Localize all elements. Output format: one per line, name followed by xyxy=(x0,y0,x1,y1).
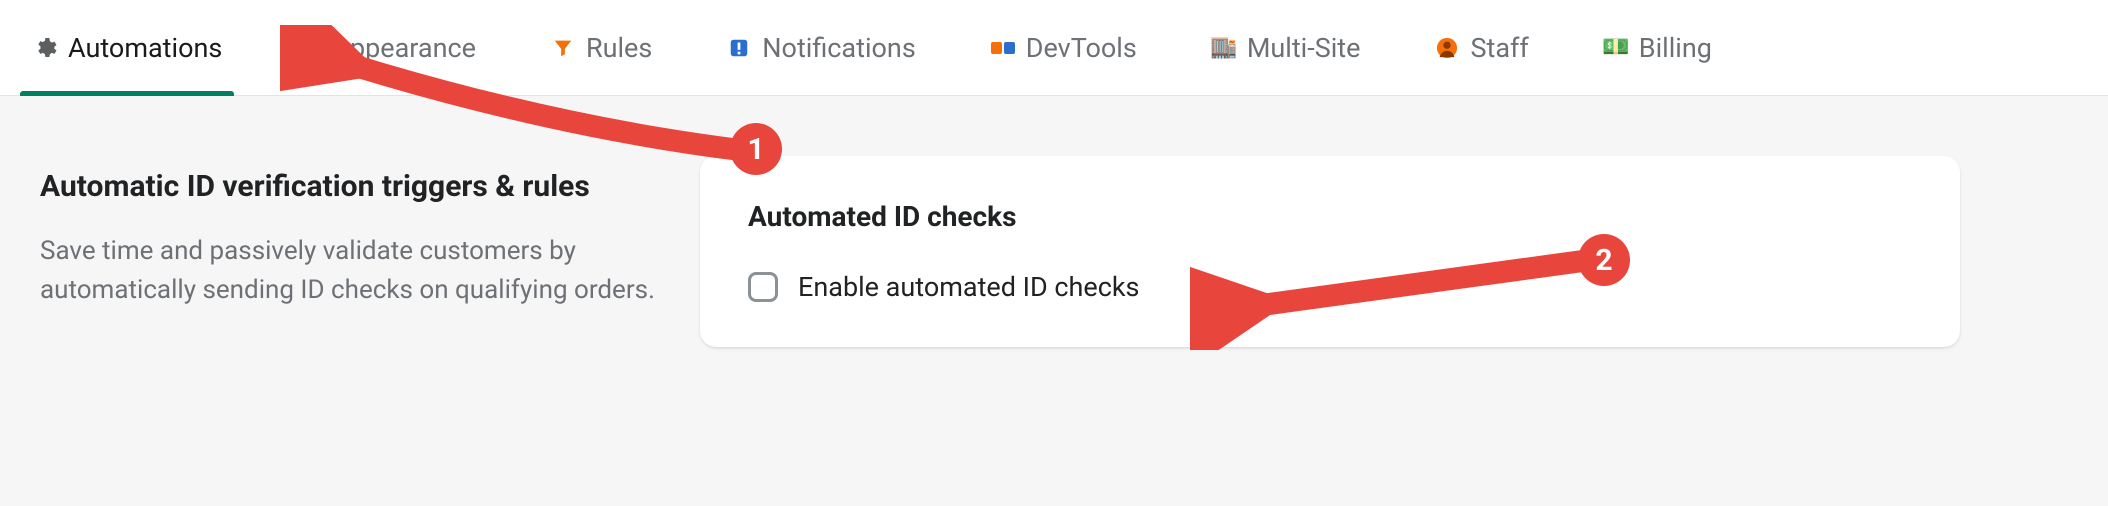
enable-automated-checks-row[interactable]: Enable automated ID checks xyxy=(748,271,1912,303)
tab-appearance[interactable]: 🎨 Appearance xyxy=(284,0,488,96)
tab-multisite[interactable]: 🏬 Multi-Site xyxy=(1199,0,1373,96)
tab-label: Rules xyxy=(586,32,652,64)
tabs-bar: Automations 🎨 Appearance Rules Notificat… xyxy=(0,0,2108,96)
billing-icon: 💵 xyxy=(1603,35,1629,61)
tab-billing[interactable]: 💵 Billing xyxy=(1591,0,1724,96)
section-intro: Automatic ID verification triggers & rul… xyxy=(40,156,660,347)
tab-staff[interactable]: Staff xyxy=(1422,0,1540,96)
tab-label: DevTools xyxy=(1026,32,1137,64)
tab-devtools[interactable]: DevTools xyxy=(978,0,1149,96)
section-title: Automatic ID verification triggers & rul… xyxy=(40,166,660,208)
tab-label: Notifications xyxy=(762,32,915,64)
tab-rules[interactable]: Rules xyxy=(538,0,664,96)
tab-label: Automations xyxy=(68,32,222,64)
notification-icon xyxy=(726,35,752,61)
devtools-icon xyxy=(990,35,1016,61)
tab-automations[interactable]: Automations xyxy=(20,0,234,96)
tab-label: Multi-Site xyxy=(1247,32,1361,64)
staff-icon xyxy=(1434,35,1460,61)
tab-label: Staff xyxy=(1470,32,1528,64)
store-icon: 🏬 xyxy=(1211,35,1237,61)
automated-id-checks-card: Automated ID checks Enable automated ID … xyxy=(700,156,1960,347)
tab-notifications[interactable]: Notifications xyxy=(714,0,927,96)
section-description: Save time and passively validate custome… xyxy=(40,232,660,310)
funnel-icon xyxy=(550,35,576,61)
tab-label: Appearance xyxy=(332,32,476,64)
content-area: Automatic ID verification triggers & rul… xyxy=(0,96,2108,387)
enable-automated-checks-checkbox[interactable] xyxy=(748,272,778,302)
gear-icon xyxy=(32,35,58,61)
palette-icon: 🎨 xyxy=(296,35,322,61)
tab-label: Billing xyxy=(1639,32,1712,64)
card-title: Automated ID checks xyxy=(748,200,1912,233)
checkbox-label: Enable automated ID checks xyxy=(798,271,1140,303)
